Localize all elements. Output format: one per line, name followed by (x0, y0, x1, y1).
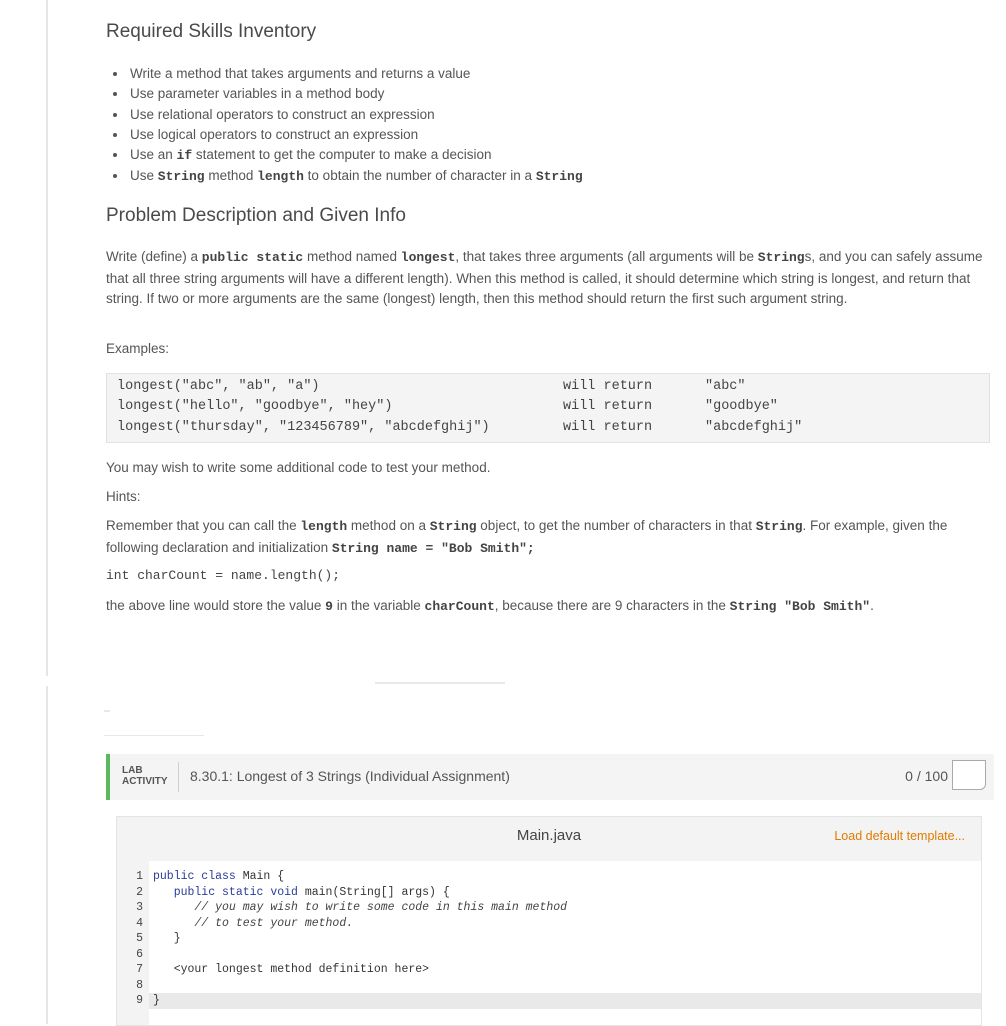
faint-divider (375, 682, 505, 684)
code-line: <your longest method definition here> (153, 963, 430, 976)
score: 0 / 100 (905, 768, 948, 784)
code-input-area[interactable]: 1 2 3 4 5 6 7 8 9 public class Main { pu… (117, 861, 981, 1025)
line-number: 7 (136, 963, 143, 976)
current-line-highlight (149, 993, 981, 1009)
line-number: 8 (136, 978, 143, 992)
example-row: longest("abc", "ab", "a") will return "a… (117, 379, 746, 394)
code-editor: Main.java Load default template... 1 2 3… (116, 816, 982, 1026)
skill-item: Use relational operators to construct an… (128, 105, 583, 125)
hints-label: Hints: (106, 489, 141, 504)
lab-header: LAB ACTIVITY 8.30.1: Longest of 3 String… (106, 754, 994, 800)
example-row: longest("thursday", "123456789", "abcdef… (117, 420, 803, 435)
line-number: 4 (136, 916, 143, 930)
line-number: 3 (136, 901, 143, 914)
header-divider (178, 762, 179, 792)
skills-heading: Required Skills Inventory (106, 21, 317, 42)
line-number: 1 (136, 870, 143, 883)
lab-activity: LAB ACTIVITY 8.30.1: Longest of 3 String… (106, 754, 994, 1026)
left-border-lower (46, 686, 48, 1024)
skill-item: Use String method length to obtain the n… (128, 166, 583, 187)
skill-item: Use an if statement to get the computer … (128, 145, 583, 166)
code-line: } (153, 932, 181, 945)
line-number: 9 (136, 994, 143, 1007)
example-row: longest("hello", "goodbye", "hey") will … (117, 399, 778, 414)
problem-heading: Problem Description and Given Info (106, 205, 406, 226)
hint-text: Remember that you can call the length me… (106, 518, 948, 556)
code-comment: // you may wish to write some code in th… (153, 901, 568, 914)
code-line: } (153, 994, 160, 1007)
score-badge-icon[interactable] (952, 760, 986, 790)
lab-tag: LAB ACTIVITY (122, 765, 168, 787)
line-number: 2 (136, 885, 143, 899)
problem-description: Write (define) a public static method na… (106, 249, 983, 306)
examples-block: longest("abc", "ab", "a") will return "a… (106, 373, 990, 443)
skill-item: Use parameter variables in a method body (128, 84, 583, 104)
lab-title: 8.30.1: Longest of 3 Strings (Individual… (190, 768, 510, 784)
load-default-template-link[interactable]: Load default template... (834, 829, 965, 843)
result-explanation: the above line would store the value 9 i… (106, 598, 874, 614)
code-line: public static void main(String[] args) { (153, 885, 450, 899)
test-note: You may wish to write some additional co… (106, 460, 491, 475)
faint-mark (104, 710, 110, 712)
line-number: 5 (136, 932, 143, 945)
code-example: int charCount = name.length(); (106, 568, 341, 583)
code-line: public class Main { (153, 870, 285, 883)
left-border (46, 0, 48, 676)
skill-item: Use logical operators to construct an ex… (128, 125, 583, 145)
code-comment: // to test your method. (153, 916, 354, 930)
skills-list: Write a method that takes arguments and … (106, 64, 583, 188)
examples-label: Examples: (106, 341, 170, 356)
faint-mark (104, 735, 204, 736)
skill-item: Write a method that takes arguments and … (128, 64, 583, 84)
line-number: 6 (136, 947, 143, 961)
